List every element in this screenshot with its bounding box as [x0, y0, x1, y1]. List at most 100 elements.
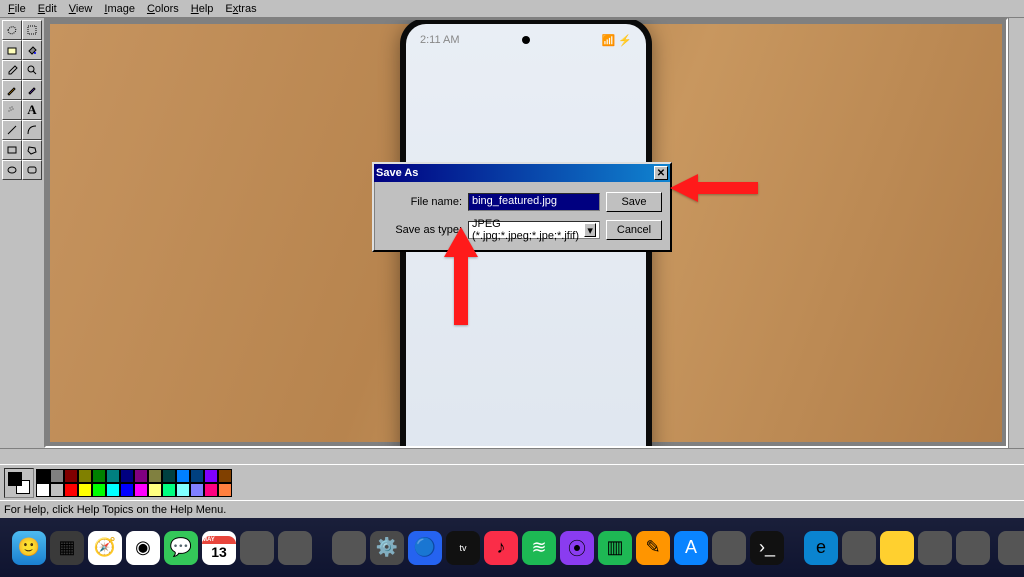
menu-extras[interactable]: Extras: [219, 1, 262, 17]
color-swatch[interactable]: [162, 469, 176, 483]
color-swatch[interactable]: [176, 483, 190, 497]
chevron-down-icon[interactable]: ▾: [584, 223, 596, 237]
color-swatch[interactable]: [134, 469, 148, 483]
toolbox: A: [0, 18, 44, 448]
color-swatch[interactable]: [190, 483, 204, 497]
color-fgbg[interactable]: [4, 468, 34, 498]
status-text: For Help, click Help Topics on the Help …: [4, 504, 226, 516]
dialog-titlebar[interactable]: Save As ✕: [374, 164, 670, 182]
dock-launchpad[interactable]: ▦: [50, 531, 84, 565]
cancel-button[interactable]: Cancel: [606, 220, 662, 240]
dock-finder[interactable]: 🙂: [12, 531, 46, 565]
dock-podcasts[interactable]: ⦿: [560, 531, 594, 565]
tool-airbrush[interactable]: [2, 100, 22, 120]
menu-help[interactable]: Help: [185, 1, 220, 17]
tool-picker[interactable]: [2, 60, 22, 80]
tool-fill[interactable]: [22, 40, 42, 60]
color-swatch[interactable]: [64, 483, 78, 497]
tool-roundrect[interactable]: [22, 160, 42, 180]
dock-chrome[interactable]: ◉: [126, 531, 160, 565]
menu-view[interactable]: View: [63, 1, 99, 17]
dock-calendar[interactable]: MAY13: [202, 531, 236, 565]
menu-edit[interactable]: Edit: [32, 1, 63, 17]
microsoft-logo-icon: [497, 447, 507, 448]
color-swatch[interactable]: [78, 469, 92, 483]
dock-terminal[interactable]: ›_: [750, 531, 784, 565]
dock-appstore[interactable]: A: [674, 531, 708, 565]
color-swatch[interactable]: [36, 469, 50, 483]
color-swatch[interactable]: [92, 469, 106, 483]
color-swatch[interactable]: [50, 469, 64, 483]
dock-app-7[interactable]: [918, 531, 952, 565]
tool-freeform-select[interactable]: [2, 20, 22, 40]
dock-app-3[interactable]: [332, 531, 366, 565]
close-icon[interactable]: ✕: [654, 166, 668, 180]
color-swatch[interactable]: [218, 469, 232, 483]
save-button[interactable]: Save: [606, 192, 662, 212]
status-bar: For Help, click Help Topics on the Help …: [0, 500, 1024, 518]
color-swatch[interactable]: [176, 469, 190, 483]
menu-colors[interactable]: Colors: [141, 1, 185, 17]
save-type-select[interactable]: JPEG (*.jpg;*.jpeg;*.jpe;*.jfif) ▾: [468, 221, 600, 239]
save-type-value: JPEG (*.jpg;*.jpeg;*.jpe;*.jfif): [472, 218, 584, 242]
tool-brush[interactable]: [22, 80, 42, 100]
tool-eraser[interactable]: [2, 40, 22, 60]
dock-app-1[interactable]: [240, 531, 274, 565]
annotation-arrow-save: [670, 168, 760, 208]
color-swatch[interactable]: [106, 469, 120, 483]
dock-recent-1[interactable]: [998, 531, 1024, 565]
file-name-label: File name:: [382, 196, 462, 208]
tool-line[interactable]: [2, 120, 22, 140]
dock-safari[interactable]: 🧭: [88, 531, 122, 565]
color-swatch[interactable]: [148, 469, 162, 483]
color-swatch[interactable]: [64, 469, 78, 483]
color-swatch[interactable]: [36, 483, 50, 497]
vertical-scrollbar[interactable]: [1008, 18, 1024, 448]
menu-file[interactable]: FFileile: [2, 1, 32, 17]
dock-app-6[interactable]: [842, 531, 876, 565]
dock-numbers[interactable]: ▥: [598, 531, 632, 565]
color-swatch[interactable]: [204, 483, 218, 497]
dock-app-5[interactable]: [712, 531, 746, 565]
menu-bar: FFileile Edit View Image Colors Help Ext…: [0, 0, 1024, 18]
tool-curve[interactable]: [22, 120, 42, 140]
dock-edge[interactable]: e: [804, 531, 838, 565]
tool-select[interactable]: [22, 20, 42, 40]
tool-ellipse[interactable]: [2, 160, 22, 180]
color-swatch[interactable]: [148, 483, 162, 497]
dock: 🙂 ▦ 🧭 ◉ 💬 MAY13 ⚙️ 🔵 tv ♪ ≋ ⦿ ▥ ✎ A ›_ e: [0, 518, 1024, 577]
color-swatch[interactable]: [106, 483, 120, 497]
dock-settings[interactable]: ⚙️: [370, 531, 404, 565]
color-palette: [0, 464, 1024, 500]
phone-brand: Microsoft: [406, 446, 646, 448]
dock-app-8[interactable]: [956, 531, 990, 565]
tool-pencil[interactable]: [2, 80, 22, 100]
dock-spotify[interactable]: ≋: [522, 531, 556, 565]
dock-music[interactable]: ♪: [484, 531, 518, 565]
dock-app-4[interactable]: 🔵: [408, 531, 442, 565]
dock-pages[interactable]: ✎: [636, 531, 670, 565]
phone-time: 2:11 AM: [420, 34, 460, 47]
dock-messages[interactable]: 💬: [164, 531, 198, 565]
tool-rect[interactable]: [2, 140, 22, 160]
color-swatch[interactable]: [218, 483, 232, 497]
color-swatch[interactable]: [120, 483, 134, 497]
color-swatch[interactable]: [134, 483, 148, 497]
menu-image[interactable]: Image: [98, 1, 141, 17]
color-swatch[interactable]: [190, 469, 204, 483]
horizontal-scrollbar[interactable]: [0, 448, 1024, 464]
color-swatch[interactable]: [78, 483, 92, 497]
paint-window: FFileile Edit View Image Colors Help Ext…: [0, 0, 1024, 518]
tool-polygon[interactable]: [22, 140, 42, 160]
dock-app-2[interactable]: [278, 531, 312, 565]
file-name-input[interactable]: bing_featured.jpg: [468, 193, 600, 211]
color-swatch[interactable]: [92, 483, 106, 497]
color-swatch[interactable]: [120, 469, 134, 483]
color-swatch[interactable]: [50, 483, 64, 497]
tool-magnifier[interactable]: [22, 60, 42, 80]
color-swatch[interactable]: [204, 469, 218, 483]
tool-text[interactable]: A: [22, 100, 42, 120]
dock-appletv[interactable]: tv: [446, 531, 480, 565]
dock-miro[interactable]: [880, 531, 914, 565]
color-swatch[interactable]: [162, 483, 176, 497]
